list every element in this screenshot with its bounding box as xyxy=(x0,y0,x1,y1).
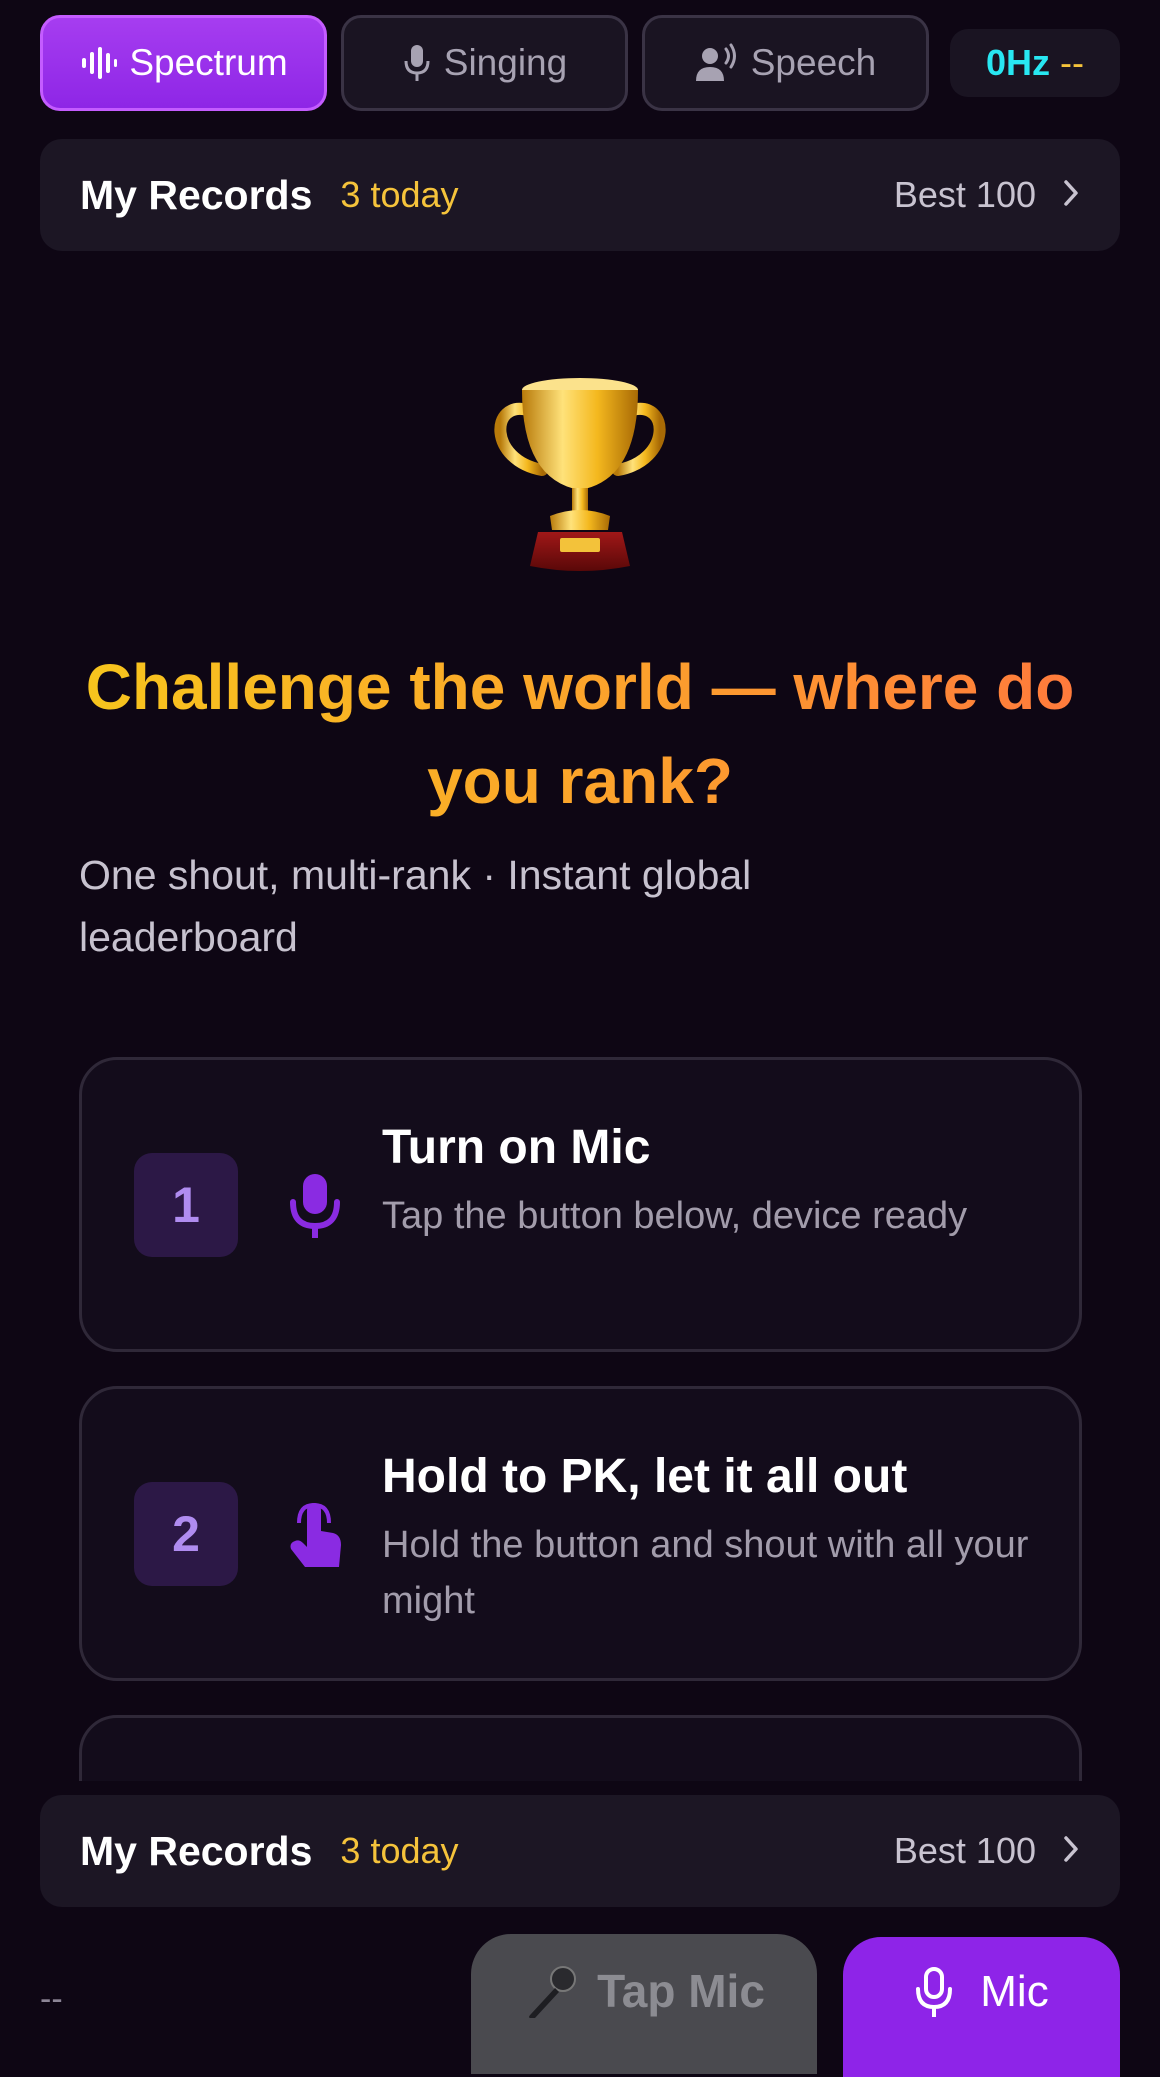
frequency-value: 0Hz xyxy=(985,42,1051,83)
microphone-icon xyxy=(287,1172,343,1240)
tab-label: Speech xyxy=(750,42,877,83)
tab-spectrum[interactable]: Spectrum xyxy=(40,15,327,111)
status-text: -- xyxy=(40,1980,63,2018)
hand-tap-icon xyxy=(287,1501,343,1569)
records-today-count: 3 today xyxy=(340,174,459,215)
step-description: Tap the button below, device ready xyxy=(382,1195,968,1237)
tab-speech[interactable]: Speech xyxy=(642,15,929,111)
frequency-readout: 0Hz -- xyxy=(950,29,1120,97)
step-card: 2 Hold to PK, let it all out Hold the bu… xyxy=(79,1386,1082,1681)
hero-subline: One shout, multi-rank · Instant global l… xyxy=(79,852,752,960)
chevron-right-icon xyxy=(1062,178,1080,213)
step-title: Hold to PK, let it all out xyxy=(382,1450,908,1503)
chevron-right-icon xyxy=(1062,1834,1080,1869)
step-card: 1 Turn on Mic Tap the button below, devi… xyxy=(79,1057,1082,1352)
microphone-icon xyxy=(402,43,432,83)
frequency-note: -- xyxy=(1060,42,1084,83)
mic-label: Mic xyxy=(980,1967,1049,2016)
records-best: Best 100 xyxy=(893,174,1036,215)
my-records-bar[interactable]: My Records 3 today Best 100 xyxy=(40,139,1120,251)
step-number: 1 xyxy=(134,1153,238,1257)
speaking-person-icon xyxy=(695,43,739,83)
step-number: 2 xyxy=(134,1482,238,1586)
tap-mic-label: Tap Mic xyxy=(597,1965,765,2017)
hero-headline: Challenge the world — where do you rank? xyxy=(80,640,1080,828)
microphone-icon xyxy=(914,1967,954,2030)
records-title: My Records xyxy=(80,1827,313,1874)
waveform-icon xyxy=(79,44,118,82)
tab-singing[interactable]: Singing xyxy=(341,15,628,111)
step-card xyxy=(79,1715,1082,1781)
steps-list[interactable]: 1 Turn on Mic Tap the button below, devi… xyxy=(79,1057,1082,1781)
trophy-icon xyxy=(480,370,680,574)
handheld-microphone-icon xyxy=(523,1964,579,2031)
tap-mic-button[interactable]: Tap Mic xyxy=(471,1934,817,2074)
mic-button[interactable]: Mic xyxy=(843,1937,1120,2077)
records-today-count: 3 today xyxy=(340,1830,459,1871)
records-best: Best 100 xyxy=(893,1830,1036,1871)
step-description: Hold the button and shout with all your … xyxy=(382,1524,1029,1622)
tab-label: Spectrum xyxy=(129,42,288,83)
my-records-bar-bottom[interactable]: My Records 3 today Best 100 xyxy=(40,1795,1120,1907)
tab-label: Singing xyxy=(443,42,568,83)
records-title: My Records xyxy=(80,171,313,218)
step-title: Turn on Mic xyxy=(382,1121,651,1174)
